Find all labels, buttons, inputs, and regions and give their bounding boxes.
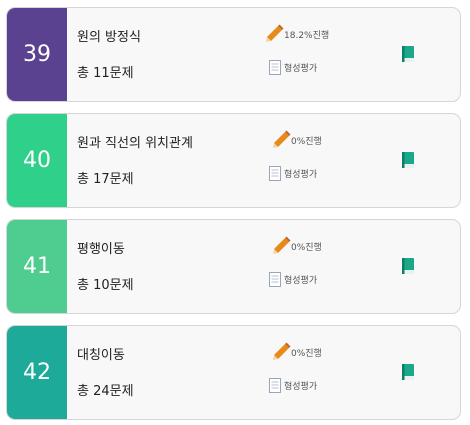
progress-status: 0%진행 bbox=[271, 236, 322, 256]
pencil-icon bbox=[273, 236, 291, 254]
progress-status: 0%진행 bbox=[271, 342, 322, 362]
problem-count: 총 11문제 bbox=[77, 66, 134, 81]
document-icon bbox=[269, 378, 281, 393]
eval-label: 형성평가 bbox=[284, 382, 318, 392]
formative-eval-link[interactable]: 형성평가 bbox=[269, 60, 317, 75]
lesson-number: 41 bbox=[7, 220, 67, 313]
lesson-number: 39 bbox=[7, 8, 67, 101]
book-icon[interactable] bbox=[401, 363, 415, 381]
formative-eval-link[interactable]: 형성평가 bbox=[269, 166, 317, 181]
lesson-title: 평행이동 bbox=[77, 242, 125, 257]
lesson-title: 원의 방정식 bbox=[77, 30, 141, 45]
lesson-number: 40 bbox=[7, 114, 67, 207]
lesson-card-40[interactable]: 40 원과 직선의 위치관계 총 17문제 0%진행 형성평가 bbox=[6, 113, 461, 208]
pencil-icon bbox=[266, 24, 284, 42]
progress-text: 0%진행 bbox=[291, 242, 322, 253]
progress-text: 0%진행 bbox=[291, 348, 322, 359]
progress-status: 0%진행 bbox=[271, 130, 322, 150]
eval-label: 형성평가 bbox=[284, 276, 318, 286]
problem-count: 총 17문제 bbox=[77, 172, 134, 187]
problem-count: 총 24문제 bbox=[77, 384, 134, 399]
document-icon bbox=[269, 60, 281, 75]
progress-status: 18.2%진행 bbox=[264, 24, 329, 44]
progress-text: 0%진행 bbox=[291, 136, 322, 147]
lesson-card-41[interactable]: 41 평행이동 총 10문제 0%진행 형성평가 bbox=[6, 219, 461, 314]
lesson-card-42[interactable]: 42 대칭이동 총 24문제 0%진행 형성평가 bbox=[6, 325, 461, 420]
formative-eval-link[interactable]: 형성평가 bbox=[269, 272, 317, 287]
eval-label: 형성평가 bbox=[284, 170, 318, 180]
lesson-title: 대칭이동 bbox=[77, 348, 125, 363]
progress-text: 18.2%진행 bbox=[284, 30, 330, 41]
lesson-title: 원과 직선의 위치관계 bbox=[77, 136, 193, 151]
eval-label: 형성평가 bbox=[284, 64, 318, 74]
document-icon bbox=[269, 272, 281, 287]
lesson-card-39[interactable]: 39 원의 방정식 총 11문제 18.2%진행 형성평가 bbox=[6, 7, 461, 102]
problem-count: 총 10문제 bbox=[77, 278, 134, 293]
formative-eval-link[interactable]: 형성평가 bbox=[269, 378, 317, 393]
pencil-icon bbox=[273, 130, 291, 148]
pencil-icon bbox=[273, 342, 291, 360]
lesson-number: 42 bbox=[7, 326, 67, 419]
book-icon[interactable] bbox=[401, 151, 415, 169]
document-icon bbox=[269, 166, 281, 181]
book-icon[interactable] bbox=[401, 45, 415, 63]
book-icon[interactable] bbox=[401, 257, 415, 275]
